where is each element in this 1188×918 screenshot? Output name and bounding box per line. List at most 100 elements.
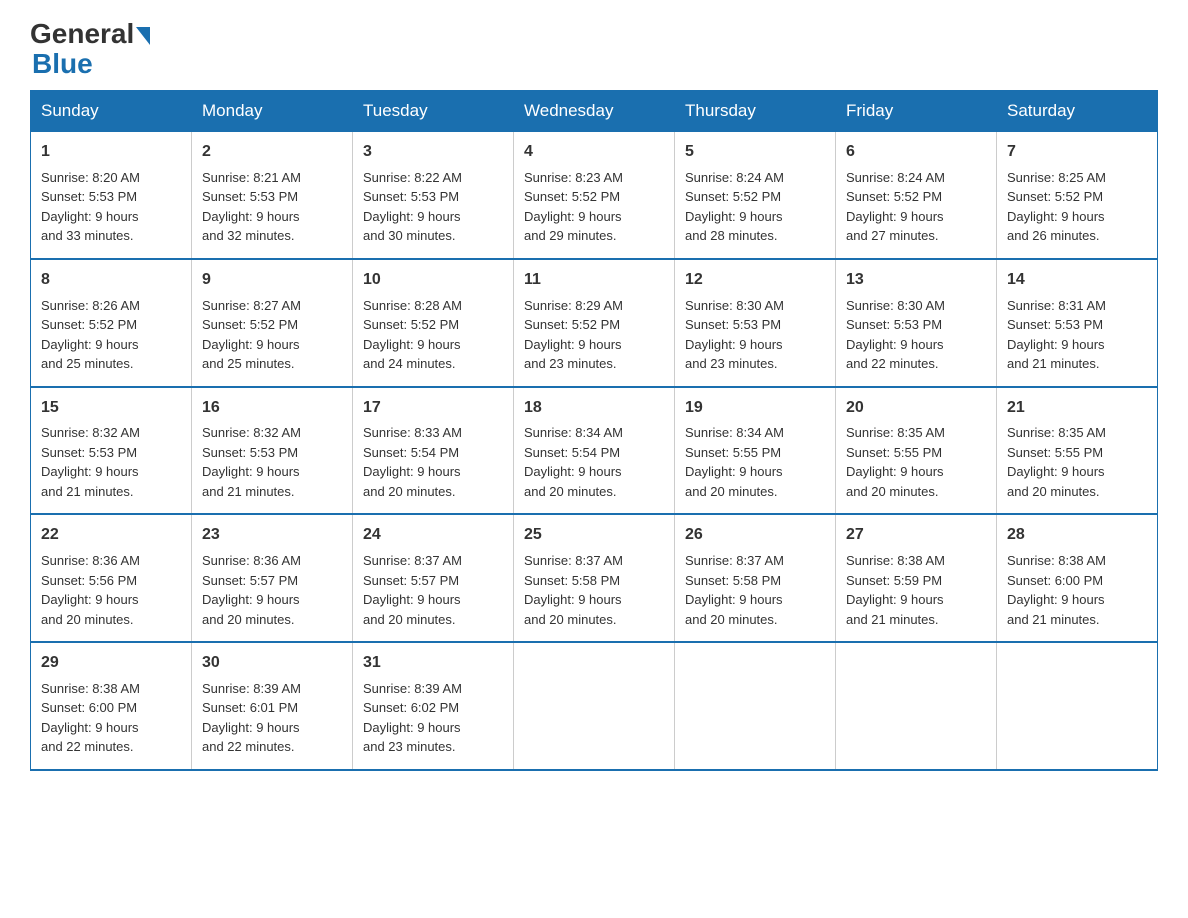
header: General Blue (30, 20, 1158, 80)
calendar-day-cell: 6Sunrise: 8:24 AMSunset: 5:52 PMDaylight… (836, 132, 997, 259)
calendar-day-cell: 15Sunrise: 8:32 AMSunset: 5:53 PMDayligh… (31, 387, 192, 515)
calendar-day-cell: 14 Sunrise: 8:31 AMSunset: 5:53 PMDayligh… (997, 259, 1158, 387)
day-info: Sunrise: 8:32 AMSunset: 5:53 PMDaylight:… (41, 423, 181, 501)
calendar-day-cell: 31Sunrise: 8:39 AMSunset: 6:02 PMDayligh… (353, 642, 514, 770)
calendar-day-cell: 21Sunrise: 8:35 AMSunset: 5:55 PMDayligh… (997, 387, 1158, 515)
day-info: Sunrise: 8:27 AMSunset: 5:52 PMDaylight:… (202, 296, 342, 374)
calendar-day-cell: 12Sunrise: 8:30 AMSunset: 5:53 PMDayligh… (675, 259, 836, 387)
calendar-day-cell: 25 Sunrise: 8:37 AMSunset: 5:58 PMDayligh… (514, 514, 675, 642)
day-number: 3 (363, 140, 503, 165)
calendar-day-cell: 3 Sunrise: 8:22 AMSunset: 5:53 PMDaylight… (353, 132, 514, 259)
weekday-header-monday: Monday (192, 91, 353, 132)
day-info: Sunrise: 8:28 AMSunset: 5:52 PMDaylight:… (363, 296, 503, 374)
day-number: 14 (1007, 268, 1147, 293)
calendar-day-cell: 30 Sunrise: 8:39 AMSunset: 6:01 PMDayligh… (192, 642, 353, 770)
day-number: 15 (41, 396, 181, 421)
day-info: Sunrise: 8:31 AMSunset: 5:53 PMDaylight:… (1007, 296, 1147, 374)
calendar-day-cell: 2 Sunrise: 8:21 AMSunset: 5:53 PMDaylight… (192, 132, 353, 259)
calendar-day-cell: 26 Sunrise: 8:37 AMSunset: 5:58 PMDayligh… (675, 514, 836, 642)
calendar-day-cell (836, 642, 997, 770)
weekday-header-tuesday: Tuesday (353, 91, 514, 132)
day-info: Sunrise: 8:38 AMSunset: 6:00 PMDaylight:… (41, 679, 181, 757)
calendar-day-cell: 4 Sunrise: 8:23 AMSunset: 5:52 PMDaylight… (514, 132, 675, 259)
calendar-day-cell (997, 642, 1158, 770)
calendar-week-row: 8 Sunrise: 8:26 AMSunset: 5:52 PMDaylight… (31, 259, 1158, 387)
day-info: Sunrise: 8:23 AMSunset: 5:52 PMDaylight:… (524, 168, 664, 246)
calendar-day-cell: 13Sunrise: 8:30 AMSunset: 5:53 PMDayligh… (836, 259, 997, 387)
calendar-table: SundayMondayTuesdayWednesdayThursdayFrid… (30, 90, 1158, 771)
calendar-day-cell (675, 642, 836, 770)
day-number: 28 (1007, 523, 1147, 548)
day-info: Sunrise: 8:37 AMSunset: 5:57 PMDaylight:… (363, 551, 503, 629)
calendar-day-cell: 1 Sunrise: 8:20 AMSunset: 5:53 PMDaylight… (31, 132, 192, 259)
weekday-header-thursday: Thursday (675, 91, 836, 132)
calendar-day-cell: 11Sunrise: 8:29 AMSunset: 5:52 PMDayligh… (514, 259, 675, 387)
day-number: 9 (202, 268, 342, 293)
day-number: 19 (685, 396, 825, 421)
weekday-header-sunday: Sunday (31, 91, 192, 132)
day-info: Sunrise: 8:25 AMSunset: 5:52 PMDaylight:… (1007, 168, 1147, 246)
calendar-day-cell: 17Sunrise: 8:33 AMSunset: 5:54 PMDayligh… (353, 387, 514, 515)
day-number: 31 (363, 651, 503, 676)
day-info: Sunrise: 8:35 AMSunset: 5:55 PMDaylight:… (846, 423, 986, 501)
day-info: Sunrise: 8:24 AMSunset: 5:52 PMDaylight:… (685, 168, 825, 246)
calendar-week-row: 1 Sunrise: 8:20 AMSunset: 5:53 PMDaylight… (31, 132, 1158, 259)
calendar-day-cell: 9 Sunrise: 8:27 AMSunset: 5:52 PMDaylight… (192, 259, 353, 387)
day-number: 18 (524, 396, 664, 421)
calendar-day-cell: 7 Sunrise: 8:25 AMSunset: 5:52 PMDaylight… (997, 132, 1158, 259)
logo: General Blue (30, 20, 152, 80)
day-number: 25 (524, 523, 664, 548)
day-info: Sunrise: 8:20 AMSunset: 5:53 PMDaylight:… (41, 168, 181, 246)
day-number: 7 (1007, 140, 1147, 165)
calendar-day-cell: 10 Sunrise: 8:28 AMSunset: 5:52 PMDayligh… (353, 259, 514, 387)
day-info: Sunrise: 8:36 AMSunset: 5:57 PMDaylight:… (202, 551, 342, 629)
day-info: Sunrise: 8:38 AMSunset: 5:59 PMDaylight:… (846, 551, 986, 629)
calendar-day-cell: 19Sunrise: 8:34 AMSunset: 5:55 PMDayligh… (675, 387, 836, 515)
calendar-day-cell: 18Sunrise: 8:34 AMSunset: 5:54 PMDayligh… (514, 387, 675, 515)
day-info: Sunrise: 8:34 AMSunset: 5:54 PMDaylight:… (524, 423, 664, 501)
calendar-day-cell: 29 Sunrise: 8:38 AMSunset: 6:00 PMDayligh… (31, 642, 192, 770)
weekday-header-saturday: Saturday (997, 91, 1158, 132)
day-info: Sunrise: 8:37 AMSunset: 5:58 PMDaylight:… (524, 551, 664, 629)
day-number: 20 (846, 396, 986, 421)
day-number: 26 (685, 523, 825, 548)
day-number: 10 (363, 268, 503, 293)
day-info: Sunrise: 8:21 AMSunset: 5:53 PMDaylight:… (202, 168, 342, 246)
day-number: 29 (41, 651, 181, 676)
day-number: 5 (685, 140, 825, 165)
day-info: Sunrise: 8:39 AMSunset: 6:01 PMDaylight:… (202, 679, 342, 757)
day-number: 17 (363, 396, 503, 421)
calendar-day-cell: 8 Sunrise: 8:26 AMSunset: 5:52 PMDaylight… (31, 259, 192, 387)
day-number: 1 (41, 140, 181, 165)
day-number: 30 (202, 651, 342, 676)
calendar-week-row: 22Sunrise: 8:36 AMSunset: 5:56 PMDayligh… (31, 514, 1158, 642)
weekday-header-wednesday: Wednesday (514, 91, 675, 132)
calendar-day-cell: 28 Sunrise: 8:38 AMSunset: 6:00 PMDayligh… (997, 514, 1158, 642)
day-number: 13 (846, 268, 986, 293)
day-number: 24 (363, 523, 503, 548)
day-number: 23 (202, 523, 342, 548)
day-info: Sunrise: 8:33 AMSunset: 5:54 PMDaylight:… (363, 423, 503, 501)
day-info: Sunrise: 8:32 AMSunset: 5:53 PMDaylight:… (202, 423, 342, 501)
calendar-day-cell: 24 Sunrise: 8:37 AMSunset: 5:57 PMDayligh… (353, 514, 514, 642)
day-number: 4 (524, 140, 664, 165)
day-info: Sunrise: 8:24 AMSunset: 5:52 PMDaylight:… (846, 168, 986, 246)
calendar-header-row: SundayMondayTuesdayWednesdayThursdayFrid… (31, 91, 1158, 132)
day-info: Sunrise: 8:34 AMSunset: 5:55 PMDaylight:… (685, 423, 825, 501)
calendar-day-cell: 20Sunrise: 8:35 AMSunset: 5:55 PMDayligh… (836, 387, 997, 515)
day-number: 12 (685, 268, 825, 293)
day-number: 8 (41, 268, 181, 293)
day-info: Sunrise: 8:38 AMSunset: 6:00 PMDaylight:… (1007, 551, 1147, 629)
day-number: 2 (202, 140, 342, 165)
day-info: Sunrise: 8:22 AMSunset: 5:53 PMDaylight:… (363, 168, 503, 246)
calendar-day-cell: 23 Sunrise: 8:36 AMSunset: 5:57 PMDayligh… (192, 514, 353, 642)
day-number: 22 (41, 523, 181, 548)
calendar-day-cell: 27Sunrise: 8:38 AMSunset: 5:59 PMDayligh… (836, 514, 997, 642)
day-info: Sunrise: 8:37 AMSunset: 5:58 PMDaylight:… (685, 551, 825, 629)
logo-triangle-icon (136, 27, 150, 45)
weekday-header-friday: Friday (836, 91, 997, 132)
calendar-day-cell: 16Sunrise: 8:32 AMSunset: 5:53 PMDayligh… (192, 387, 353, 515)
logo-blue-text: Blue (32, 48, 93, 79)
day-info: Sunrise: 8:29 AMSunset: 5:52 PMDaylight:… (524, 296, 664, 374)
day-info: Sunrise: 8:26 AMSunset: 5:52 PMDaylight:… (41, 296, 181, 374)
